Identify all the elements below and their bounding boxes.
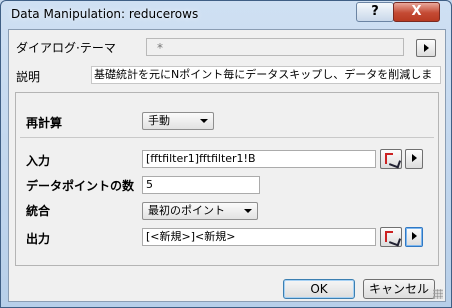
dialog-window: Data Manipulation: reducerows ? X ダイアログ·… [0,0,452,308]
data-points-label: データポイントの数 [26,179,135,193]
window-title: Data Manipulation: reducerows [11,7,199,21]
data-points-field[interactable]: 5 [142,176,260,194]
dialog-theme-label: ダイアログ·テーマ [16,41,116,55]
output-label: 出力 [26,232,51,246]
help-button[interactable]: ? [356,2,394,22]
output-select-range-button[interactable] [380,227,402,247]
dialog-body: ダイアログ·テーマ * 説明 基礎統計を元にNポイント毎にデータスキップし、デー… [8,29,446,302]
recalculate-label: 再計算 [26,116,63,130]
input-label: 入力 [26,154,51,168]
dialog-theme-menu-button[interactable] [416,39,436,57]
divider [20,137,434,138]
close-button[interactable]: X [393,2,440,22]
description-label: 説明 [16,70,41,84]
dialog-theme-field[interactable]: * [146,38,404,56]
recalculate-dropdown[interactable]: 手動 [142,112,214,130]
chevron-down-icon [244,209,252,213]
settings-panel: 再計算 手動 入力 [fftfilter1]fftfilter1!B データポイ… [15,92,439,266]
input-range-field[interactable]: [fftfilter1]fftfilter1!B [142,150,376,168]
input-select-range-button[interactable] [380,149,402,169]
merge-label: 統合 [26,204,51,218]
merge-value: 最初のポイント [148,204,225,217]
title-bar[interactable]: Data Manipulation: reducerows ? X [1,1,451,29]
play-arrow-icon [411,154,417,162]
recalculate-value: 手動 [148,114,170,127]
chevron-down-icon [200,119,208,123]
cancel-button[interactable]: キャンセル [363,279,435,299]
output-range-field[interactable]: [<新規>]<新規> [142,228,376,246]
play-arrow-icon [423,44,429,52]
merge-dropdown[interactable]: 最初のポイント [142,202,258,220]
resize-grip-icon[interactable] [433,289,443,299]
description-text: 基礎統計を元にNポイント毎にデータスキップし、データを削減しま [91,66,441,84]
output-menu-button[interactable] [405,227,423,247]
input-menu-button[interactable] [405,149,423,169]
ok-button[interactable]: OK [283,279,355,299]
play-arrow-icon [411,232,417,240]
